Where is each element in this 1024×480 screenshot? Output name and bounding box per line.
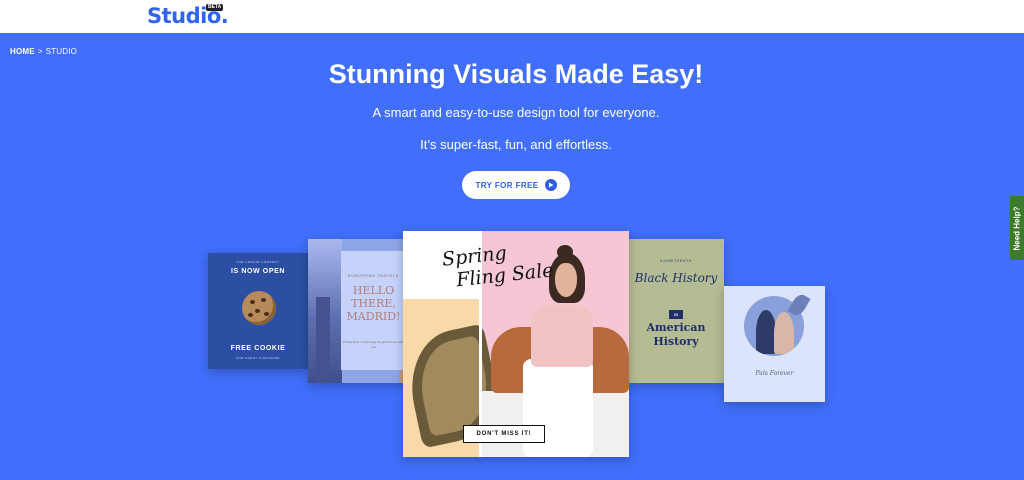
breadcrumb-home-link[interactable]: HOME	[10, 47, 35, 56]
cta-label: TRY FOR FREE	[475, 180, 539, 190]
cookie-subtext: FOR EVERY PURCHASE	[236, 356, 280, 360]
spring-sale-template-card[interactable]: Spring Fling Sale DON'T MISS IT!	[403, 231, 629, 457]
pals-forever-template-card[interactable]: Pals Forever	[724, 286, 825, 402]
person-figure	[774, 312, 794, 354]
photo-script-text: Pals Forever	[755, 370, 794, 377]
top-navbar: Studio. BETA	[0, 0, 1024, 33]
madrid-eyebrow: EUROPEAN TRAVELS	[347, 273, 400, 278]
cookie-headline: IS NOW OPEN	[230, 268, 286, 275]
model-blouse	[531, 305, 593, 367]
person-figure	[756, 310, 776, 354]
history-line-1: Black History	[634, 271, 718, 285]
madrid-text-panel: EUROPEAN TRAVELS HELLO THERE, MADRID! Pr…	[341, 251, 406, 370]
cookie-company-text: THE COOKIE COMPANY	[236, 260, 280, 264]
hero-title: Stunning Visuals Made Easy!	[328, 59, 704, 89]
try-for-free-button[interactable]: TRY FOR FREE	[462, 171, 570, 199]
cookie-offer: FREE COOKIE	[230, 345, 286, 352]
need-help-tab[interactable]: Need Help?	[1010, 196, 1024, 260]
history-line-2: American History	[646, 321, 706, 348]
breadcrumb: HOME > STUDIO	[10, 47, 77, 56]
breadcrumb-separator: >	[37, 47, 43, 56]
dont-miss-it-button: DON'T MISS IT!	[463, 425, 545, 443]
need-help-label: Need Help?	[1012, 205, 1022, 251]
madrid-template-card[interactable]: EUROPEAN TRAVELS HELLO THERE, MADRID! Pr…	[308, 239, 406, 383]
cookie-template-card[interactable]: THE COOKIE COMPANY IS NOW OPEN FREE COOK…	[208, 253, 308, 369]
breadcrumb-current: STUDIO	[45, 47, 78, 56]
history-eyebrow: #JUNETEENTH	[660, 259, 692, 263]
madrid-headline: HELLO THERE, MADRID!	[346, 284, 401, 323]
cathedral-tower	[316, 297, 330, 383]
madrid-small-text: Private Bed + Time Away Royal Reserve Ad…	[343, 340, 404, 349]
model-face	[555, 263, 577, 297]
black-history-template-card[interactable]: #JUNETEENTH Black History IS American Hi…	[628, 239, 724, 383]
cookie-image	[242, 291, 276, 325]
hero-subtitle-2: It’s super-fast, fun, and effortless.	[420, 137, 612, 152]
hero-subtitle-1: A smart and easy-to-use design tool for …	[372, 105, 660, 120]
history-is-badge: IS	[669, 310, 683, 319]
beta-badge: BETA	[206, 4, 224, 11]
play-icon	[544, 179, 557, 191]
model-hair-bun	[557, 245, 573, 259]
